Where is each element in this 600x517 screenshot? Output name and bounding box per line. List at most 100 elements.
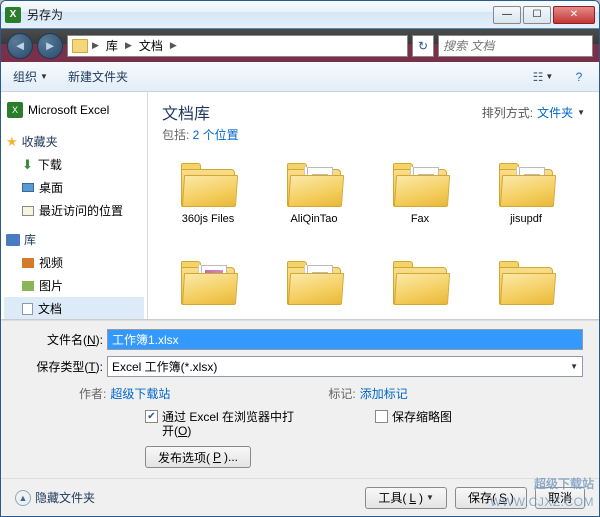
save-button[interactable]: 保存(S) bbox=[455, 487, 527, 509]
sidebar-libraries[interactable]: 库 bbox=[4, 228, 144, 251]
library-title: 文档库 bbox=[162, 100, 239, 124]
author-field[interactable]: 作者: 超级下载站 bbox=[79, 385, 170, 402]
organize-button[interactable]: 组织 ▼ bbox=[9, 66, 52, 87]
sidebar-item-downloads[interactable]: ⬇ 下载 bbox=[4, 153, 144, 176]
locations-link[interactable]: 2 个位置 bbox=[193, 128, 239, 142]
pictures-icon bbox=[22, 281, 34, 291]
folder-icon bbox=[391, 161, 449, 207]
maximize-button[interactable]: ☐ bbox=[523, 6, 551, 24]
excel-app-icon: X bbox=[5, 7, 21, 23]
savetype-select[interactable]: Excel 工作簿(*.xlsx) ▼ bbox=[107, 356, 583, 377]
body-area: X Microsoft Excel ★ 收藏夹 ⬇ 下载 桌面 最 bbox=[1, 92, 599, 320]
arrange-value[interactable]: 文件夹 bbox=[537, 104, 573, 121]
savetype-label: 保存类型(T): bbox=[17, 358, 103, 375]
folder-item[interactable] bbox=[264, 255, 364, 319]
open-in-browser-checkbox[interactable]: ✔ 通过 Excel 在浏览器中打开(O) bbox=[145, 410, 295, 438]
sidebar-item-recent[interactable]: 最近访问的位置 bbox=[4, 199, 144, 222]
checkbox-icon[interactable] bbox=[375, 410, 388, 423]
arrange-label: 排列方式: bbox=[482, 104, 533, 121]
folder-icon bbox=[497, 161, 555, 207]
organize-label: 组织 bbox=[13, 68, 37, 85]
checkbox-icon[interactable]: ✔ bbox=[145, 410, 158, 423]
window-controls: — ☐ ✕ bbox=[493, 6, 595, 24]
chevron-up-icon: ▲ bbox=[15, 490, 31, 506]
folder-icon bbox=[391, 259, 449, 305]
save-thumbnail-label: 保存缩略图 bbox=[392, 410, 452, 424]
tags-label: 标记: bbox=[328, 385, 355, 402]
chevron-right-icon[interactable]: ▶ bbox=[90, 40, 101, 51]
minimize-button[interactable]: — bbox=[493, 6, 521, 24]
folder-icon bbox=[72, 39, 88, 53]
hide-folders-toggle[interactable]: ▲ 隐藏文件夹 bbox=[15, 489, 95, 506]
folder-label: AliQinTao bbox=[290, 213, 337, 225]
chevron-right-icon[interactable]: ▶ bbox=[123, 40, 134, 51]
chevron-down-icon: ▼ bbox=[40, 72, 48, 81]
search-input[interactable] bbox=[443, 39, 600, 53]
crumb-libraries[interactable]: 库 bbox=[103, 37, 121, 54]
folder-icon bbox=[179, 259, 237, 305]
folder-label: jisupdf bbox=[510, 213, 542, 225]
save-as-dialog: X 另存为 — ☐ ✕ ◄ ► ▶ 库 ▶ 文档 ▶ ↻ 🔍 组织 ▼ bbox=[0, 0, 600, 517]
sidebar-item-desktop[interactable]: 桌面 bbox=[4, 176, 144, 199]
open-in-browser-label: 通过 Excel 在浏览器中打开(O) bbox=[162, 410, 295, 438]
sidebar-item-pictures[interactable]: 图片 bbox=[4, 274, 144, 297]
folder-icon bbox=[285, 259, 343, 305]
folder-label: 360js Files bbox=[182, 213, 235, 225]
tags-field[interactable]: 标记: 添加标记 bbox=[328, 385, 407, 402]
sidebar-favorites[interactable]: ★ 收藏夹 bbox=[4, 130, 144, 153]
folder-icon bbox=[497, 259, 555, 305]
folder-item[interactable] bbox=[158, 255, 258, 319]
sidebar-item-video[interactable]: 视频 bbox=[4, 251, 144, 274]
arrange-by[interactable]: 排列方式: 文件夹 ▼ bbox=[482, 100, 585, 121]
document-icon bbox=[22, 303, 33, 315]
library-icon bbox=[6, 234, 20, 246]
sidebar-item-app[interactable]: X Microsoft Excel bbox=[4, 98, 144, 122]
filename-input[interactable] bbox=[107, 329, 583, 350]
favorites-label: 收藏夹 bbox=[22, 133, 58, 150]
folder-item[interactable] bbox=[476, 255, 576, 319]
search-box[interactable]: 🔍 bbox=[438, 35, 593, 57]
folder-label: Fax bbox=[411, 213, 429, 225]
breadcrumb[interactable]: ▶ 库 ▶ 文档 ▶ bbox=[67, 35, 408, 57]
titlebar[interactable]: X 另存为 — ☐ ✕ bbox=[1, 1, 599, 29]
desktop-icon bbox=[22, 183, 34, 192]
close-button[interactable]: ✕ bbox=[553, 6, 595, 24]
content-header: 文档库 包括: 2 个位置 排列方式: 文件夹 ▼ bbox=[148, 92, 599, 149]
download-icon: ⬇ bbox=[22, 157, 33, 173]
view-options-button[interactable]: ☷▼ bbox=[531, 66, 555, 88]
star-icon: ★ bbox=[6, 134, 18, 150]
sidebar-item-documents[interactable]: 文档 bbox=[4, 297, 144, 319]
crumb-documents[interactable]: 文档 bbox=[136, 37, 166, 54]
folder-item[interactable]: Fax bbox=[370, 157, 470, 251]
libraries-label: 库 bbox=[24, 231, 36, 248]
cancel-button[interactable]: 取消 bbox=[535, 487, 585, 509]
author-value: 超级下载站 bbox=[110, 385, 170, 402]
forward-button[interactable]: ► bbox=[37, 33, 63, 59]
folder-item[interactable] bbox=[370, 255, 470, 319]
publish-options-button[interactable]: 发布选项(P)... bbox=[145, 446, 251, 468]
folder-item[interactable]: 360js Files bbox=[158, 157, 258, 251]
folder-item[interactable]: jisupdf bbox=[476, 157, 576, 251]
new-folder-button[interactable]: 新建文件夹 bbox=[64, 66, 132, 87]
refresh-button[interactable]: ↻ bbox=[412, 35, 434, 57]
video-icon bbox=[22, 258, 34, 268]
window-title: 另存为 bbox=[27, 6, 493, 23]
help-button[interactable]: ? bbox=[567, 66, 591, 88]
chevron-down-icon: ▼ bbox=[577, 108, 585, 117]
toolbar: 组织 ▼ 新建文件夹 ☷▼ ? bbox=[1, 62, 599, 92]
save-thumbnail-checkbox[interactable]: 保存缩略图 bbox=[375, 410, 452, 438]
tags-value: 添加标记 bbox=[360, 385, 408, 402]
folder-item[interactable]: AliQinTao bbox=[264, 157, 364, 251]
back-button[interactable]: ◄ bbox=[7, 33, 33, 59]
footer: ▲ 隐藏文件夹 工具(L) ▼ 保存(S) 取消 bbox=[1, 478, 599, 516]
save-form: 文件名(N): 保存类型(T): Excel 工作簿(*.xlsx) ▼ 作者:… bbox=[1, 320, 599, 478]
library-subtitle: 包括: 2 个位置 bbox=[162, 126, 239, 143]
hide-folders-label: 隐藏文件夹 bbox=[35, 489, 95, 506]
excel-icon: X bbox=[7, 102, 23, 118]
file-grid[interactable]: 360js Files AliQinTao Fax jisupdf bbox=[148, 149, 599, 319]
chevron-down-icon: ▼ bbox=[426, 493, 434, 502]
content-pane: 文档库 包括: 2 个位置 排列方式: 文件夹 ▼ 360js Files bbox=[148, 92, 599, 319]
chevron-right-icon[interactable]: ▶ bbox=[168, 40, 179, 51]
tools-button[interactable]: 工具(L) ▼ bbox=[365, 487, 447, 509]
nav-bar: ◄ ► ▶ 库 ▶ 文档 ▶ ↻ 🔍 bbox=[1, 29, 599, 62]
